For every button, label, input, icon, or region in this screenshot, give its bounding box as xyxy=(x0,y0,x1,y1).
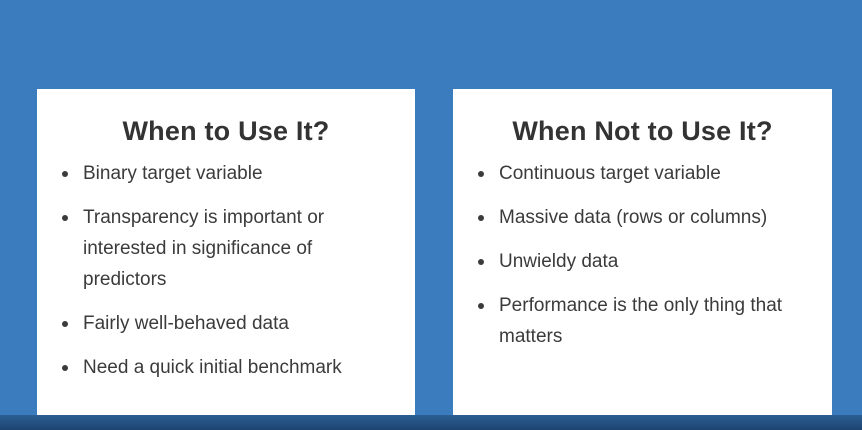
list-item-text: Binary target variable xyxy=(83,163,263,184)
bullet-icon xyxy=(62,215,68,221)
list-item: Continuous target variable xyxy=(478,158,832,189)
list-item: Fairly well-behaved data xyxy=(62,308,415,339)
bullet-icon xyxy=(62,321,68,327)
bullet-icon xyxy=(62,171,68,177)
list-item: Massive data (rows or columns) xyxy=(478,202,832,233)
list-item: Performance is the only thing that matte… xyxy=(478,290,794,352)
bottom-edge xyxy=(0,415,862,430)
list-item-text: Massive data (rows or columns) xyxy=(499,207,768,228)
list-item-text: Unwieldy data xyxy=(499,251,619,272)
bullet-icon xyxy=(478,259,484,265)
bullet-icon xyxy=(62,365,68,371)
when-to-use-card: When to Use It? Binary target variable T… xyxy=(37,89,415,416)
when-to-use-title: When to Use It? xyxy=(122,116,330,146)
when-not-to-use-title: When Not to Use It? xyxy=(512,116,773,146)
list-item-text: Need a quick initial benchmark xyxy=(83,357,342,378)
list-item-text: Performance is the only thing that matte… xyxy=(499,295,783,347)
list-item: Need a quick initial benchmark xyxy=(62,352,415,383)
list-item-text: Transparency is important or interested … xyxy=(83,207,325,290)
bullet-icon xyxy=(478,303,484,309)
bullet-icon xyxy=(478,171,484,177)
list-item-text: Continuous target variable xyxy=(499,163,721,184)
when-to-use-list: Binary target variable Transparency is i… xyxy=(37,158,415,383)
list-item: Transparency is important or interested … xyxy=(62,202,363,295)
when-not-to-use-list: Continuous target variable Massive data … xyxy=(453,158,832,352)
bullet-icon xyxy=(478,215,484,221)
list-item: Unwieldy data xyxy=(478,246,832,277)
list-item: Binary target variable xyxy=(62,158,415,189)
when-not-to-use-card: When Not to Use It? Continuous target va… xyxy=(453,89,832,416)
list-item-text: Fairly well-behaved data xyxy=(83,313,289,334)
